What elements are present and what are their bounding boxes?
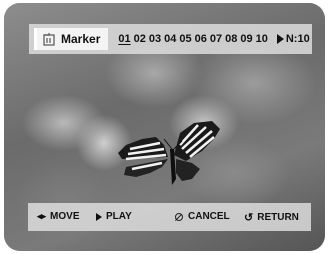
move-hint[interactable]: ◂▸ MOVE — [37, 211, 80, 222]
marker-label: Marker — [61, 32, 101, 46]
play-icon — [276, 34, 284, 44]
marker-item-09[interactable]: 09 — [240, 33, 252, 45]
marker-list: 01 02 03 04 05 06 07 08 09 10 — [118, 33, 268, 45]
play-hint[interactable]: PLAY — [96, 211, 132, 222]
marker-item-07[interactable]: 07 — [210, 33, 222, 45]
return-label: RETURN — [257, 212, 299, 223]
marker-bar: Marker 01 02 03 04 05 06 07 08 09 10 N:1… — [29, 24, 312, 54]
return-arrow-icon: ↺ — [244, 212, 254, 224]
cancel-hint[interactable]: CANCEL — [175, 211, 230, 222]
marker-item-03[interactable]: 03 — [149, 33, 161, 45]
play-icon — [96, 212, 102, 221]
marker-item-01[interactable]: 01 — [118, 33, 130, 45]
video-screen: Marker 01 02 03 04 05 06 07 08 09 10 N:1… — [4, 3, 325, 251]
move-label: MOVE — [50, 211, 80, 222]
butterfly-image — [118, 121, 220, 185]
marker-item-08[interactable]: 08 — [225, 33, 237, 45]
cancel-label: CANCEL — [188, 211, 230, 222]
return-hint[interactable]: ↺ RETURN — [244, 211, 299, 224]
marker-item-04[interactable]: 04 — [164, 33, 176, 45]
marker-count-label: N:10 — [285, 33, 310, 45]
left-right-arrow-icon: ◂▸ — [37, 211, 47, 221]
marker-item-10[interactable]: 10 — [256, 33, 268, 45]
marker-title: Marker — [34, 28, 109, 50]
marker-item-02[interactable]: 02 — [134, 33, 146, 45]
marker-item-05[interactable]: 05 — [179, 33, 191, 45]
control-hints-bar: ◂▸ MOVE PLAY CANCEL ↺ RETURN — [28, 203, 311, 231]
marker-item-06[interactable]: 06 — [195, 33, 207, 45]
marker-count: N:10 — [276, 33, 310, 45]
marker-icon — [43, 33, 55, 46]
cancel-icon — [175, 212, 183, 221]
play-label: PLAY — [106, 211, 132, 222]
